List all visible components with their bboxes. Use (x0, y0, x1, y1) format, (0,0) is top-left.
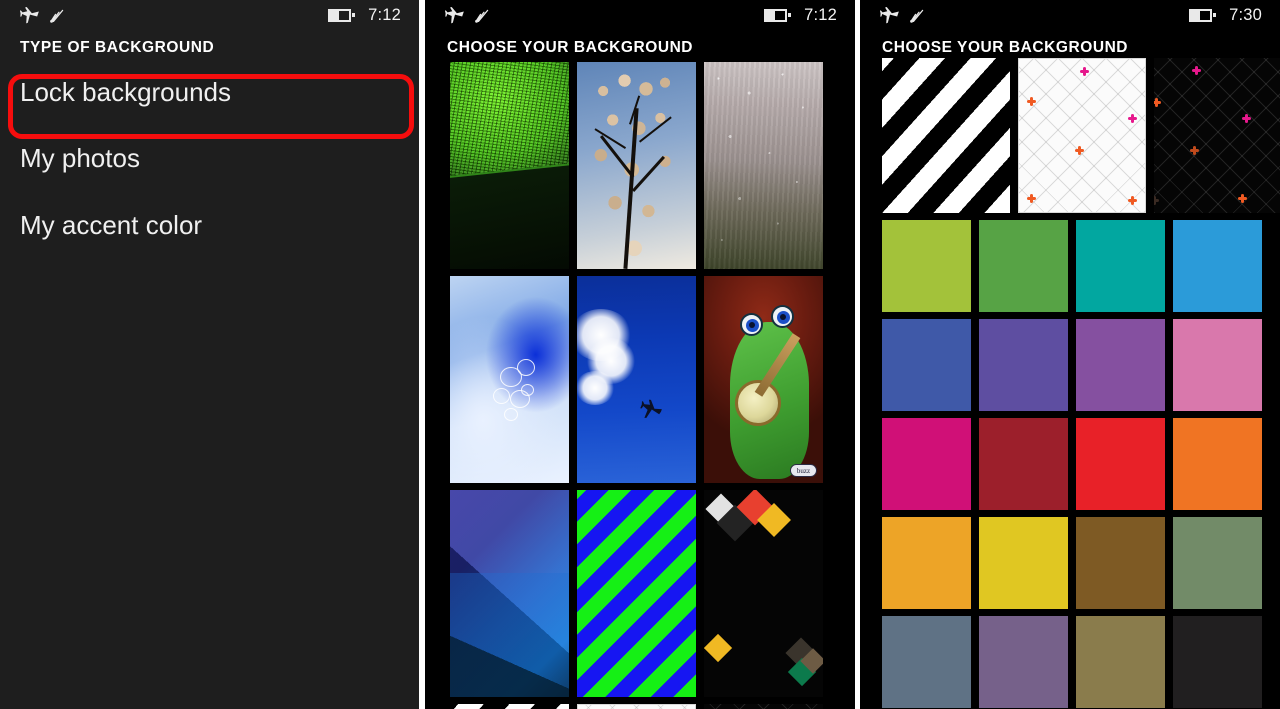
color-swatch-row (882, 418, 1280, 510)
wifi-icon (473, 7, 492, 24)
color-swatch-crimson[interactable] (979, 418, 1068, 510)
color-swatch-steel[interactable] (882, 616, 971, 708)
screen-choose-background-colors: 7:30 CHOOSE YOUR BACKGROUND (860, 0, 1280, 709)
thumbnail-green-blue-stripes[interactable] (577, 490, 696, 697)
color-swatch-green[interactable] (979, 220, 1068, 312)
thumbnail-blue-gradient-geometric[interactable] (450, 490, 569, 697)
color-swatch-amber[interactable] (882, 517, 971, 609)
color-swatch-pink[interactable] (1173, 319, 1262, 411)
page-title: CHOOSE YOUR BACKGROUND (447, 39, 855, 57)
thumbnail-blossom-tree-photo[interactable] (577, 62, 696, 269)
thumbnail-white-crosshatch-sparkles[interactable] (1018, 58, 1146, 213)
screen-type-of-background: 7:12 TYPE OF BACKGROUND Lock backgrounds… (0, 0, 419, 709)
color-swatch-violet[interactable] (979, 319, 1068, 411)
thumbnail-black-white-diagonal-stripes[interactable] (882, 58, 1010, 213)
thumbnail-black-diamonds[interactable] (704, 490, 823, 697)
painting-signature: buzz (790, 464, 817, 477)
thumbnail-frog-banjo-painting[interactable]: buzz (704, 276, 823, 483)
status-bar: 7:12 (0, 0, 419, 30)
color-swatch-mauve[interactable] (979, 616, 1068, 708)
color-swatch-teal[interactable] (1076, 220, 1165, 312)
airplane-mode-icon (20, 7, 39, 24)
airplane-mode-icon (880, 7, 899, 24)
status-right-icons: 7:30 (1189, 6, 1262, 25)
color-swatch-orange[interactable] (1173, 418, 1262, 510)
option-lock-backgrounds[interactable]: Lock backgrounds (20, 79, 419, 105)
airplane-mode-icon (445, 7, 464, 24)
color-swatch-magenta[interactable] (882, 418, 971, 510)
color-swatch-brown[interactable] (1076, 517, 1165, 609)
background-type-list: Lock backgrounds My photos My accent col… (0, 79, 419, 238)
color-swatch-row (882, 517, 1280, 609)
color-swatch-lime[interactable] (882, 220, 971, 312)
clock: 7:30 (1229, 6, 1262, 25)
option-my-accent-color[interactable]: My accent color (20, 212, 419, 238)
page-title: TYPE OF BACKGROUND (20, 39, 419, 57)
thumbnail-black-crosshatch-sparkles[interactable] (1154, 58, 1280, 213)
thumbnail-airplane-sky-photo[interactable] (577, 276, 696, 483)
thumbnail-white-crosshatch-sparkles[interactable] (577, 704, 696, 709)
status-right-icons: 7:12 (764, 6, 837, 25)
airplane-silhouette-icon (636, 397, 663, 423)
clock: 7:12 (368, 6, 401, 25)
status-bar: 7:12 (425, 0, 855, 30)
color-swatch-row (882, 319, 1280, 411)
color-swatch-khaki[interactable] (1076, 616, 1165, 708)
status-left-icons (20, 7, 67, 24)
thumbnail-green-straws-photo[interactable] (450, 62, 569, 269)
battery-icon (1189, 9, 1215, 22)
screenshot-root: 7:12 TYPE OF BACKGROUND Lock backgrounds… (0, 0, 1280, 709)
color-swatch-olive[interactable] (1173, 517, 1262, 609)
color-swatch-row (882, 220, 1280, 312)
wifi-icon (908, 7, 927, 24)
wifi-icon (48, 7, 67, 24)
battery-icon (328, 9, 354, 22)
color-swatch-purple[interactable] (1076, 319, 1165, 411)
page-title: CHOOSE YOUR BACKGROUND (882, 39, 1280, 57)
color-swatch-row (882, 616, 1280, 708)
battery-icon (764, 9, 790, 22)
background-thumbnail-grid: buzz (450, 62, 836, 709)
status-right-icons: 7:12 (328, 6, 401, 25)
clock: 7:12 (804, 6, 837, 25)
color-swatch-yellow[interactable] (979, 517, 1068, 609)
color-swatch-indigo[interactable] (882, 319, 971, 411)
status-left-icons (445, 7, 492, 24)
option-my-photos[interactable]: My photos (20, 145, 419, 171)
thumbnail-black-crosshatch-sparkles[interactable] (704, 704, 823, 709)
status-bar: 7:30 (860, 0, 1280, 30)
thumbnail-black-white-diagonal-stripes[interactable] (450, 704, 569, 709)
status-left-icons (880, 7, 927, 24)
pattern-thumbnail-row (882, 58, 1280, 213)
thumbnail-rainy-window-photo[interactable] (704, 62, 823, 269)
background-options-grid (882, 58, 1280, 709)
thumbnail-bubbles-sky-photo[interactable] (450, 276, 569, 483)
color-swatch-red[interactable] (1076, 418, 1165, 510)
color-swatch-blue[interactable] (1173, 220, 1262, 312)
screen-choose-background-photos: 7:12 CHOOSE YOUR BACKGROUND (425, 0, 855, 709)
color-swatch-near-black[interactable] (1173, 616, 1262, 708)
